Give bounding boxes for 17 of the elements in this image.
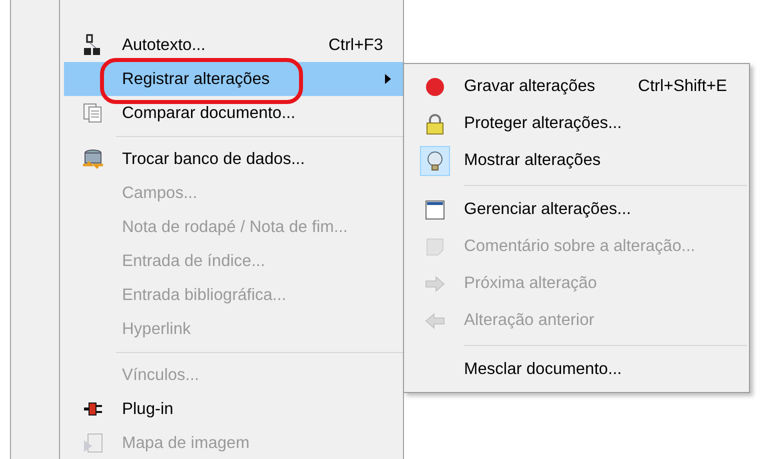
menu-item[interactable]: Mesclar documento...	[406, 351, 747, 388]
note-icon	[424, 236, 446, 258]
database-icon	[82, 148, 104, 170]
menu-item[interactable]: Proteger alterações...	[406, 105, 747, 142]
menu-item[interactable]: Autotexto... Ctrl+F3	[64, 28, 403, 62]
menu-item[interactable]: Gravar alterações Ctrl+Shift+E	[406, 68, 747, 105]
menu-item[interactable]: Plug-in	[64, 392, 403, 426]
menu-item[interactable]: Comparar documento...	[64, 96, 403, 130]
menu-item[interactable]: Registrar alterações	[64, 62, 403, 96]
lock-icon	[424, 112, 446, 134]
documents-icon	[82, 102, 104, 124]
menu-item[interactable]: Gerenciar alterações...	[406, 191, 747, 228]
menu-item[interactable]: Mostrar alterações	[406, 142, 747, 179]
window-icon	[424, 198, 446, 220]
record-icon	[424, 76, 446, 98]
menu-item[interactable]: Trocar banco de dados...	[64, 142, 403, 176]
image-icon	[82, 432, 104, 454]
